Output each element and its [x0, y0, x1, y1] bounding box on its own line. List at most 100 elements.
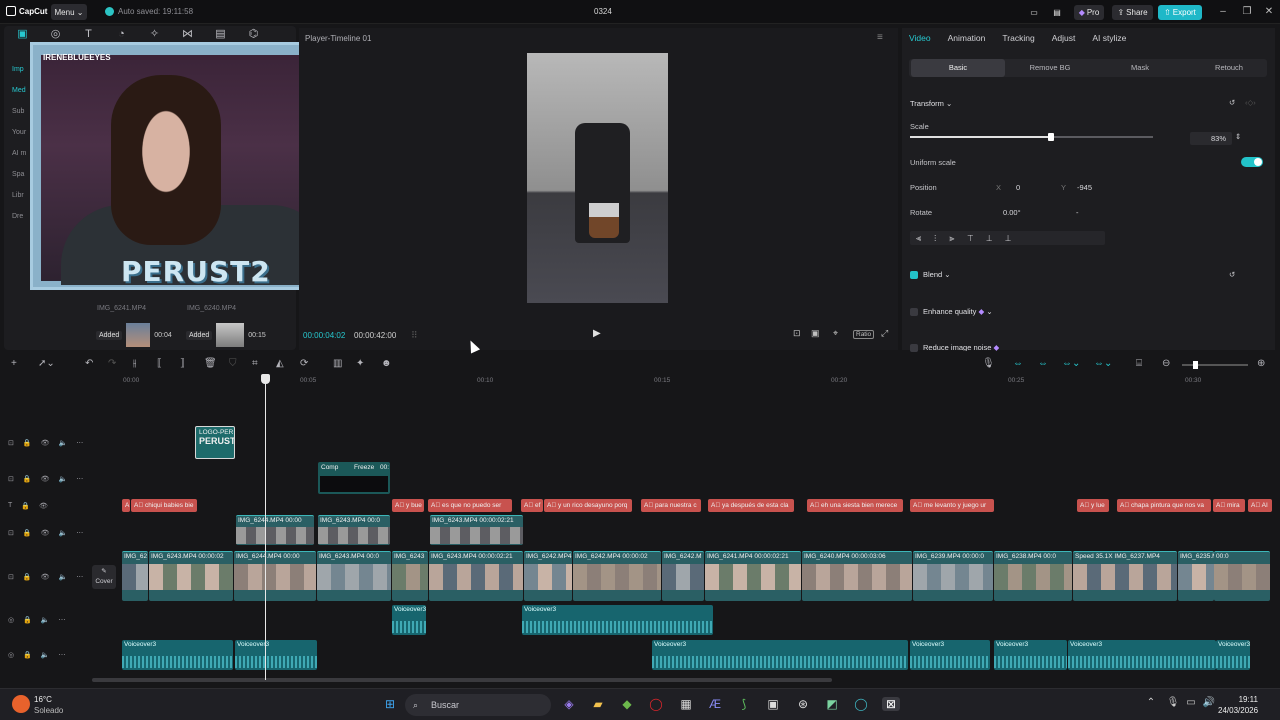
text-clip[interactable]: A⃞ chiqui babies bie [131, 499, 197, 512]
tab-video[interactable]: Video [909, 32, 931, 44]
app-icon[interactable]: ⟆ [735, 697, 753, 711]
zoom-out-icon[interactable]: ⊖ [1162, 358, 1170, 369]
fit-icon[interactable]: ⊡ [793, 328, 801, 339]
app-icon[interactable]: ◩ [823, 697, 841, 711]
magic-icon[interactable]: ✦ [356, 358, 364, 369]
split-right-icon[interactable]: ⟧ [180, 358, 185, 369]
media-thumb[interactable]: Added 00:15 [186, 322, 266, 348]
after-effects-icon[interactable]: Æ [706, 697, 724, 711]
voiceover-clip[interactable]: Voiceover3 [652, 640, 908, 670]
more-icon[interactable]: ⋯ [59, 616, 66, 624]
align-buttons[interactable]: ⫷⫶⫸⊤⊥⊥ [910, 231, 1105, 245]
app-icon[interactable]: ▣ [764, 697, 782, 711]
volume-icon[interactable]: 🔈 [58, 529, 67, 537]
zoom-slider[interactable] [1182, 361, 1248, 369]
lock-icon[interactable]: 🔒 [21, 502, 30, 510]
eye-icon[interactable]: 👁 [39, 502, 48, 510]
main-clip[interactable]: Speed 35.1X IMG_6237.MP4 [1073, 551, 1177, 601]
text-clip[interactable]: A⃞ chapa pintura que nos va [1117, 499, 1211, 512]
subtab-basic[interactable]: Basic [911, 59, 1005, 77]
tab-adjust[interactable]: Adjust [1052, 32, 1076, 44]
main-clip[interactable]: IMG_6243.MP4 00:00:02:21 [429, 551, 523, 601]
reset-icon[interactable]: ↺ [1229, 98, 1235, 107]
shortcut-icon[interactable]: ▤ [1050, 5, 1064, 20]
app-icon[interactable]: ▦ [677, 697, 695, 711]
timecode-grid-icon[interactable]: ⠿ [411, 330, 418, 341]
voiceover-clip[interactable]: Voiceover3 [910, 640, 990, 670]
cover-button[interactable]: ✎ Cover [92, 565, 116, 589]
text-clip[interactable]: A⃞ ef [521, 499, 543, 512]
text-clip[interactable]: A⃞ me levanto y juego ur [910, 499, 994, 512]
more-icon[interactable]: ⋯ [59, 651, 66, 659]
text-clip[interactable]: A⃞ y un rico desayuno porq [544, 499, 632, 512]
uniform-scale-toggle[interactable] [1241, 157, 1263, 167]
main-clip[interactable]: IMG_6243 [392, 551, 428, 601]
text-clip[interactable]: A⃞ y bue [392, 499, 424, 512]
main-clip[interactable]: IMG_6244.MP4 00:00 [234, 551, 316, 601]
voiceover-clip[interactable]: Voiceover3 [122, 640, 233, 670]
pos-x-input[interactable]: 0 [1016, 183, 1020, 192]
text-clip[interactable]: A [122, 499, 130, 512]
lock-icon[interactable]: 🔒 [23, 475, 32, 483]
mic-icon[interactable]: 🎙 [982, 358, 995, 369]
lock-icon[interactable]: 🔒 [23, 573, 32, 581]
volume-icon[interactable]: 🔈 [58, 439, 67, 447]
ratio-button[interactable]: Ratio [853, 330, 875, 339]
subtab-remove-bg[interactable]: Remove BG [1005, 59, 1095, 77]
blend-checkbox[interactable] [910, 271, 918, 279]
noise-label[interactable]: Reduce image noise ◆ [923, 343, 999, 351]
network-icon[interactable]: ▭ [1182, 697, 1200, 708]
more-icon[interactable]: ⋯ [76, 475, 83, 483]
mirror-icon[interactable]: ◭ [276, 358, 284, 369]
main-clip[interactable]: IMG_62 [122, 551, 148, 601]
crop-icon[interactable]: ⌖ [833, 328, 838, 339]
tab-tracking[interactable]: Tracking [1002, 32, 1034, 44]
main-clip[interactable]: IMG_6243.MP4 00:0 [317, 551, 391, 601]
taskbar-search[interactable]: ⌕ Buscar [405, 694, 551, 716]
voiceover-clip[interactable]: Voiceover3 [392, 605, 426, 635]
close-icon[interactable]: ✕ [1262, 5, 1276, 19]
voiceover-clip[interactable]: Voiceover3 [522, 605, 713, 635]
main-clip[interactable]: IMG_6243.MP4 00:00:02 [149, 551, 233, 601]
noise-checkbox[interactable] [910, 344, 918, 352]
opera-icon[interactable]: ◯ [647, 697, 665, 711]
magnet-icon[interactable]: ⇔ [1038, 358, 1048, 369]
select-tool-icon[interactable]: ➚⌄ [38, 358, 55, 369]
play-button[interactable]: ▶ [593, 328, 601, 339]
pos-y-input[interactable]: -945 [1077, 183, 1092, 192]
lock-icon[interactable]: 🔒 [23, 529, 32, 537]
text-clip[interactable]: A⃞ para nuestra c [641, 499, 701, 512]
delete-icon[interactable]: 🗑 [204, 358, 217, 369]
copilot-icon[interactable]: ◈ [560, 697, 578, 711]
voiceover-clip[interactable]: Voiceover3 [994, 640, 1067, 670]
scale-slider[interactable] [910, 133, 1153, 141]
playhead[interactable] [261, 374, 270, 680]
volume-icon[interactable]: 🔈 [58, 475, 67, 483]
volume-tray-icon[interactable]: 🔊 [1200, 697, 1218, 708]
menu-button[interactable]: Menu ⌄ [51, 4, 87, 20]
more-icon[interactable]: ⋯ [76, 573, 83, 581]
text-clip[interactable]: A⃞ y lue [1077, 499, 1109, 512]
overlay-clip[interactable]: IMG_6243.MP4 00:00:02:21 [430, 515, 523, 545]
text-clip[interactable]: A⃞ eh una siesta bien merece [807, 499, 903, 512]
clock-time[interactable]: 19:11 [1218, 695, 1258, 704]
eye-icon[interactable]: 👁 [41, 573, 50, 581]
rotate-icon[interactable]: ⟳ [300, 358, 308, 369]
enhance-checkbox[interactable] [910, 308, 918, 316]
lock-icon[interactable]: 🔒 [23, 651, 32, 659]
blend-label[interactable]: Blend ⌄ [923, 270, 951, 279]
voiceover-clip[interactable]: Voiceover3 [1216, 640, 1250, 670]
preview-axis-icon[interactable]: ⇔⌄ [1094, 358, 1112, 369]
steam-icon[interactable]: ⊛ [794, 697, 812, 711]
timeline-ruler[interactable]: 00:00 00:05 00:10 00:15 00:20 00:25 00:3… [120, 376, 1280, 388]
explorer-icon[interactable]: ▰ [589, 697, 607, 711]
undo-icon[interactable]: ↶ [85, 358, 93, 369]
fullscreen-icon[interactable]: ⤢ [881, 328, 888, 339]
lock-icon[interactable]: 🔒 [23, 439, 32, 447]
caption-icon[interactable]: ⌸ [1136, 358, 1142, 369]
eye-icon[interactable]: 👁 [41, 529, 50, 537]
preview-video[interactable] [527, 53, 668, 303]
scale-stepper[interactable]: ⇕ [1235, 132, 1241, 141]
shield-icon[interactable]: ⛉ [229, 358, 237, 369]
app-icon[interactable]: ◯ [852, 697, 870, 711]
